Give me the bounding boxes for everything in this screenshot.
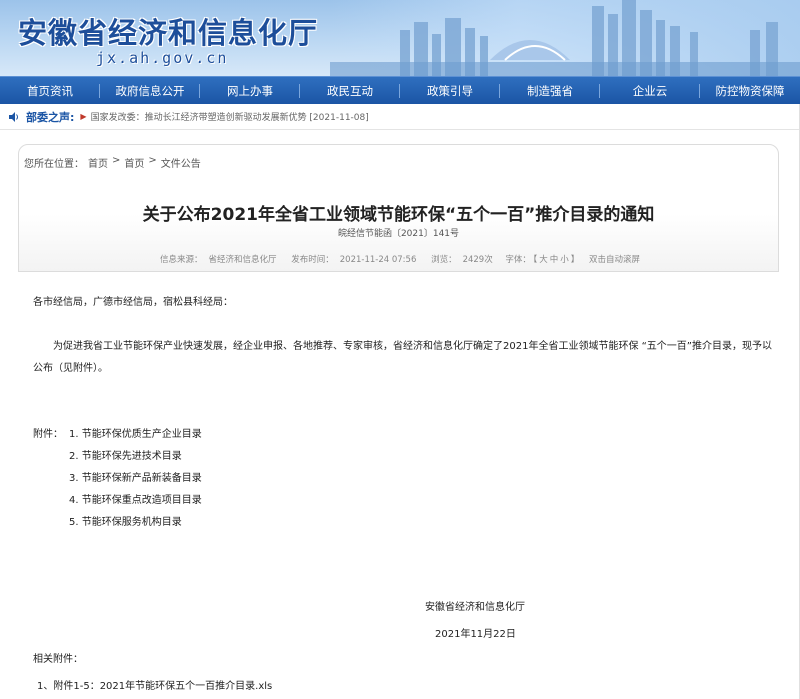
article-header-panel: 您所在位置： 首页 > 首页 > 文件公告 关于公布2021年全省工业领域节能环… [18, 144, 779, 272]
font-medium-button[interactable]: 中 [550, 255, 559, 265]
views-value: 2429次 [462, 255, 493, 265]
article-paragraph: 为促进我省工业节能环保产业快速发展，经企业申报、各地推荐、专家审核，省经济和信息… [33, 341, 772, 374]
breadcrumb-separator: > [148, 155, 157, 166]
breadcrumb: 您所在位置： 首页 > 首页 > 文件公告 [24, 155, 201, 170]
attachment-list: 附件： 1. 节能环保优质生产企业目录 2. 节能环保先进技术目录 3. 节能环… [33, 424, 773, 534]
speaker-icon [9, 111, 18, 122]
site-domain: jx.ah.gov.cn [96, 49, 229, 67]
attachment-item: 4. 节能环保重点改造项目目录 [69, 495, 202, 506]
related-attachments-title: 相关附件： [33, 654, 83, 665]
nav-item-home-news[interactable]: 首页资讯 [0, 77, 100, 105]
ticker-arrow-icon: ▶ [80, 112, 87, 121]
views-label: 浏览： [431, 255, 457, 265]
font-label: 字体： [505, 255, 531, 265]
auto-scroll-hint: 双击自动滚屏 [588, 255, 640, 265]
nav-item-manufacturing[interactable]: 制造强省 [500, 77, 600, 105]
signature-date: 2021年11月22日 [435, 629, 516, 640]
time-value: 2021-11-24 07:56 [339, 255, 417, 265]
article-meta: 信息来源： 省经济和信息化厅 发布时间： 2021-11-24 07:56 浏览： 2… [19, 253, 778, 265]
attachment-item: 3. 节能环保新产品新装备目录 [69, 473, 202, 484]
attachments-label: 附件： [33, 429, 63, 440]
nav-item-policy[interactable]: 政策引导 [400, 77, 500, 105]
nav-item-interaction[interactable]: 政民互动 [300, 77, 400, 105]
breadcrumb-home[interactable]: 首页 [88, 155, 108, 170]
signature-block: 安徽省经济和信息化厅 2021年11月22日 [33, 597, 773, 646]
ticker-label: 部委之声: [26, 110, 75, 124]
scrollbar[interactable] [792, 104, 800, 699]
font-large-button[interactable]: 大 [539, 255, 548, 265]
document-number: 皖经信节能函〔2021〕141号 [337, 229, 460, 239]
nav-item-online-service[interactable]: 网上办事 [200, 77, 300, 105]
news-ticker: 部委之声: ▶ 国家发改委：推动长江经济带塑造创新驱动发展新优势 [2021-1… [0, 104, 800, 130]
article-body: 各市经信局，广德市经信局，宿松县科经局： 为促进我省工业节能环保产业快速发展，经… [33, 292, 773, 646]
attachment-item: 1. 节能环保优质生产企业目录 [69, 429, 202, 440]
article-greeting: 各市经信局，广德市经信局，宿松县科经局： [33, 297, 233, 308]
related-attachment-link[interactable]: 1、附件1-5：2021年节能环保五个一百推介目录.xls [37, 677, 272, 692]
breadcrumb-separator: > [112, 155, 121, 166]
breadcrumb-documents[interactable]: 文件公告 [161, 155, 201, 170]
source-value: 省经济和信息化厅 [208, 255, 277, 265]
site-title: 安徽省经济和信息化厅 [18, 16, 319, 50]
attachment-item: 2. 节能环保先进技术目录 [69, 451, 182, 462]
time-label: 发布时间： [291, 255, 334, 265]
breadcrumb-prefix: 您所在位置： [24, 159, 84, 170]
nav-item-enterprise-cloud[interactable]: 企业云 [600, 77, 700, 105]
font-bracket-close: 】 [570, 255, 580, 265]
site-banner: 安徽省经济和信息化厅 jx.ah.gov.cn [0, 0, 800, 76]
article-title: 关于公布2021年全省工业领域节能环保“五个一百”推介目录的通知 [142, 205, 655, 225]
signature-org: 安徽省经济和信息化厅 [425, 602, 525, 613]
source-label: 信息来源： [160, 255, 203, 265]
font-small-button[interactable]: 小 [560, 255, 569, 265]
ticker-link[interactable]: 国家发改委：推动长江经济带塑造创新驱动发展新优势 [2021-11-08] [91, 110, 369, 123]
main-nav: 首页资讯 政府信息公开 网上办事 政民互动 政策引导 制造强省 企业云 防控物资… [0, 76, 800, 104]
font-bracket-open: 【 [532, 255, 538, 265]
nav-item-epidemic-supplies[interactable]: 防控物资保障 [700, 77, 800, 105]
city-skyline-image [330, 0, 800, 76]
breadcrumb-home-2[interactable]: 首页 [124, 155, 144, 170]
nav-item-gov-info[interactable]: 政府信息公开 [100, 77, 200, 105]
attachment-item: 5. 节能环保服务机构目录 [69, 517, 182, 528]
